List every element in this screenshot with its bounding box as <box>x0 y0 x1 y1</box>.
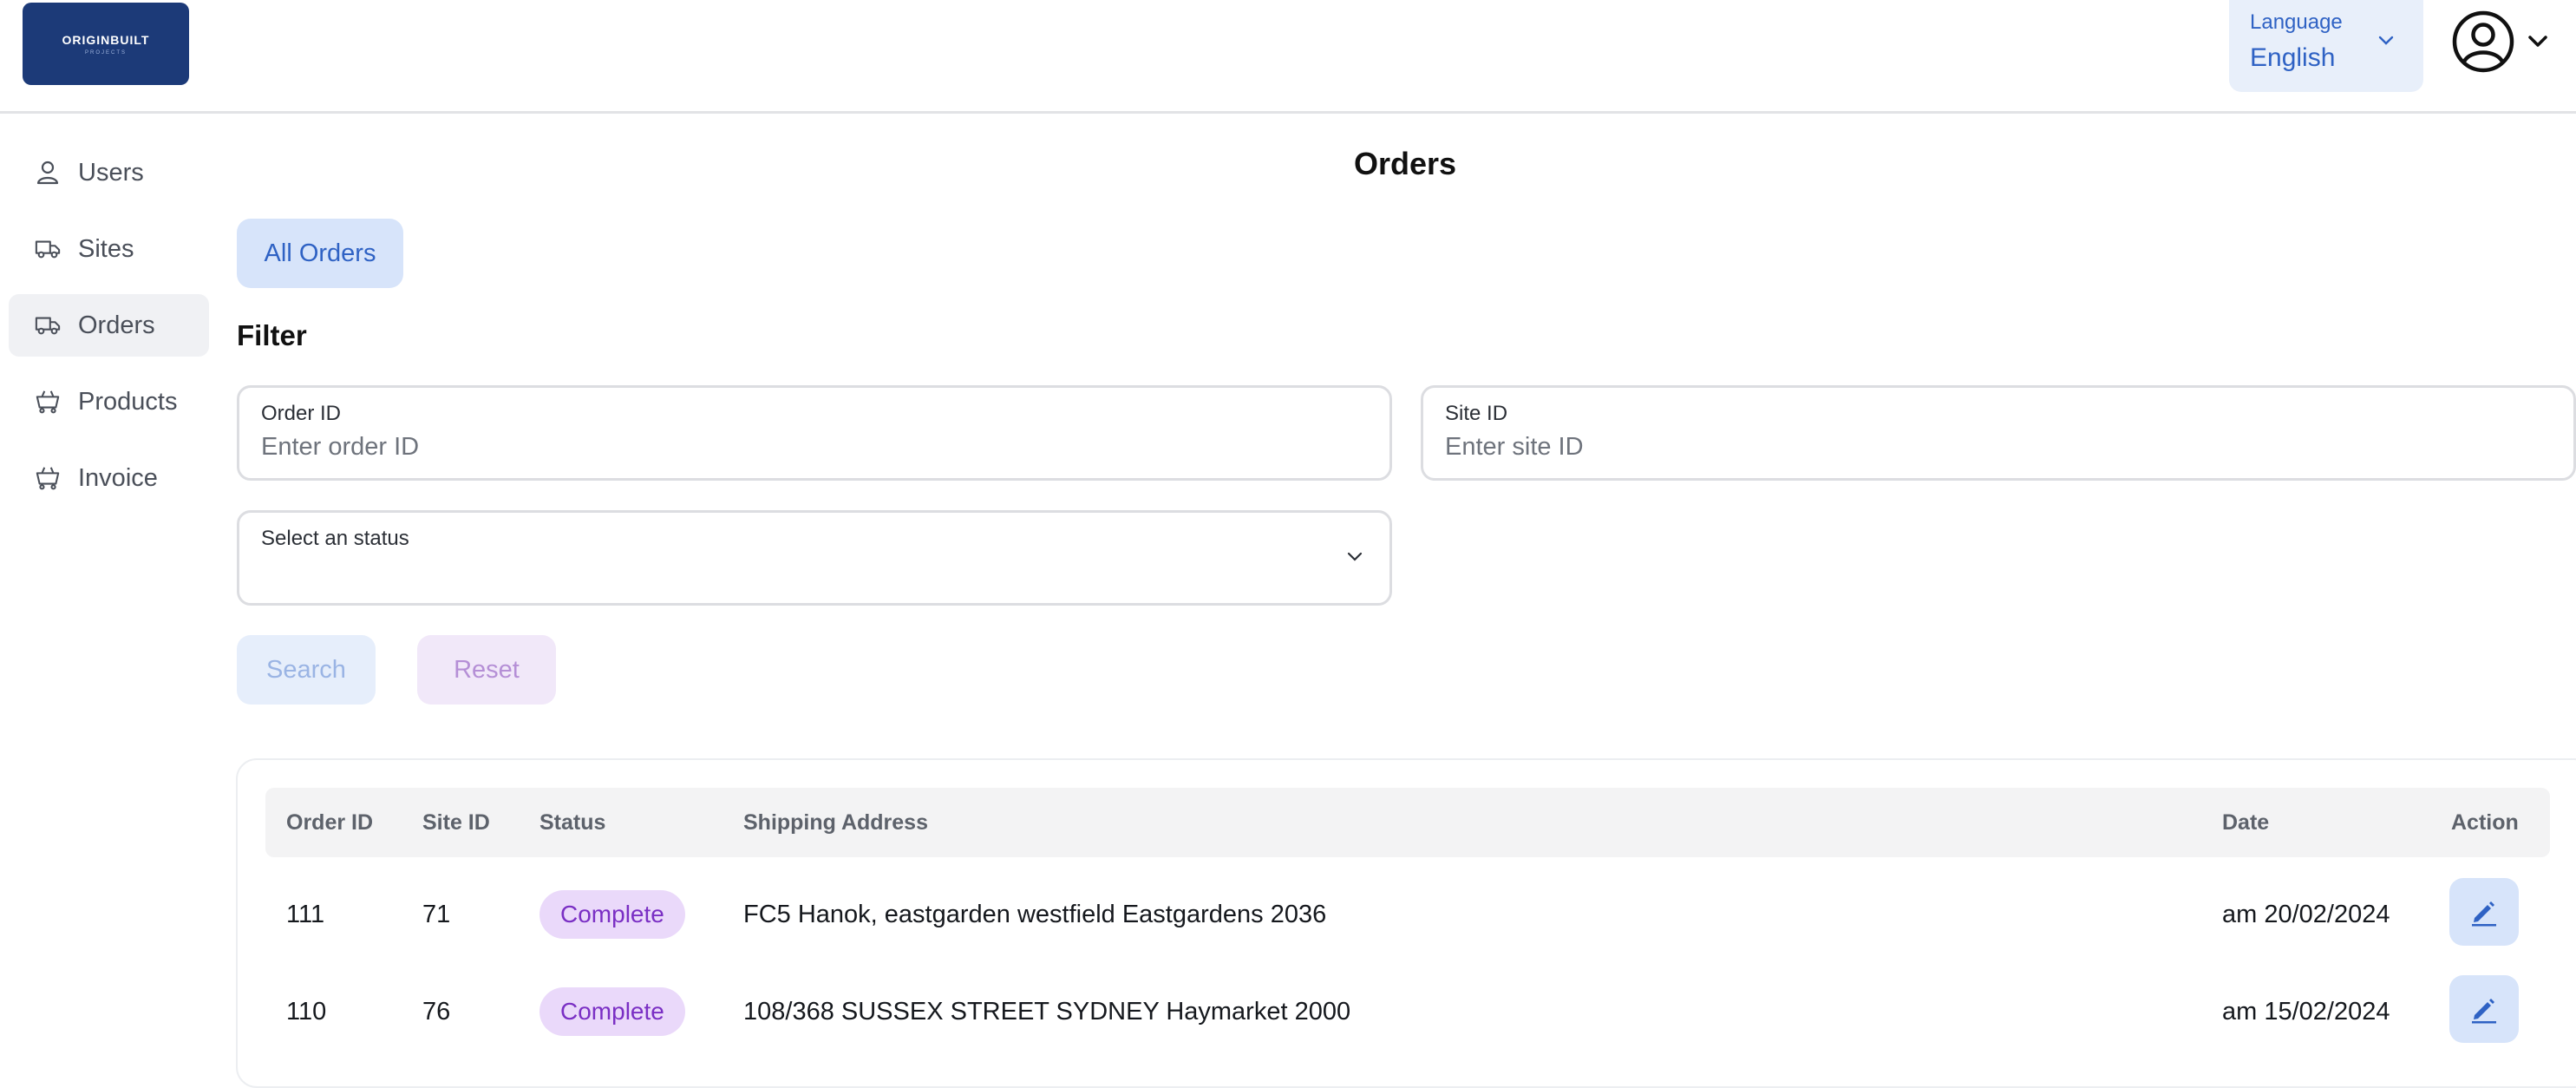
pencil-icon <box>2472 999 2496 1024</box>
brand-logo[interactable]: ORIGINBUILT PROJECTS <box>23 3 189 85</box>
page-title: Orders <box>1353 146 1457 181</box>
edit-order-button[interactable] <box>2449 878 2519 946</box>
cell-order-id: 111 <box>286 901 325 928</box>
column-header-status: Status <box>539 810 606 835</box>
logo-subtext: PROJECTS <box>84 49 127 56</box>
order-id-label: Order ID <box>261 402 342 425</box>
tab-all-orders[interactable]: All Orders <box>237 219 403 288</box>
sidebar-item-label: Invoice <box>78 463 158 492</box>
status-badge: Complete <box>539 987 685 1036</box>
pencil-icon <box>2472 901 2496 927</box>
sidebar-item-users[interactable]: Users <box>9 141 209 204</box>
order-id-field[interactable]: Order ID <box>237 385 1392 481</box>
status-select[interactable]: Select an status <box>237 510 1392 606</box>
site-id-label: Site ID <box>1445 402 1508 425</box>
cell-shipping-address: FC5 Hanok, eastgarden westfield Eastgard… <box>743 901 1327 928</box>
orders-table: Order ID Site ID Status Shipping Address… <box>236 758 2576 1088</box>
truck-icon <box>35 236 61 262</box>
status-badge: Complete <box>539 890 685 939</box>
cell-date: am 15/02/2024 <box>2222 998 2390 1026</box>
chevron-down-icon <box>1346 551 1363 567</box>
cell-date: am 20/02/2024 <box>2222 901 2390 928</box>
column-header-shipping-address: Shipping Address <box>743 810 928 835</box>
order-id-input[interactable] <box>261 433 1313 462</box>
sidebar-item-invoice[interactable]: Invoice <box>9 447 209 509</box>
language-select[interactable]: Language English <box>2229 0 2423 92</box>
status-select-label: Select an status <box>261 527 409 550</box>
sidebar-nav: Users Sites Orders Products Invoice <box>0 115 217 1057</box>
sidebar-item-label: Sites <box>78 234 134 263</box>
sidebar-item-label: Orders <box>78 311 155 339</box>
table-row: 111 71 Complete FC5 Hanok, eastgarden we… <box>265 866 2550 963</box>
site-id-input[interactable] <box>1445 433 2497 462</box>
column-header-action: Action <box>2451 810 2519 835</box>
filter-heading: Filter <box>237 319 307 351</box>
site-id-field[interactable]: Site ID <box>1421 385 2576 481</box>
account-menu[interactable] <box>2451 9 2559 78</box>
cell-site-id: 71 <box>422 901 451 928</box>
top-header: ORIGINBUILT PROJECTS Language English <box>0 0 2576 114</box>
cell-order-id: 110 <box>286 998 327 1026</box>
edit-order-button[interactable] <box>2449 975 2519 1043</box>
table-header: Order ID Site ID Status Shipping Address… <box>265 788 2550 857</box>
logo-text: ORIGINBUILT <box>62 32 150 47</box>
column-header-site-id: Site ID <box>422 810 490 835</box>
user-avatar-icon <box>2451 10 2515 78</box>
chevron-down-icon <box>2378 35 2394 50</box>
reset-button[interactable]: Reset <box>417 635 556 705</box>
cart-icon <box>35 465 61 491</box>
table-row: 110 76 Complete 108/368 SUSSEX STREET SY… <box>265 963 2550 1060</box>
sidebar-item-label: Products <box>78 387 178 416</box>
cell-site-id: 76 <box>422 998 451 1026</box>
sidebar-item-label: Users <box>78 158 144 187</box>
truck-icon <box>35 312 61 338</box>
cell-shipping-address: 108/368 SUSSEX STREET SYDNEY Haymarket 2… <box>743 998 1351 1026</box>
chevron-down-icon <box>2527 35 2548 53</box>
sidebar-item-products[interactable]: Products <box>9 370 209 433</box>
search-button[interactable]: Search <box>237 635 376 705</box>
language-label: Language <box>2250 10 2343 34</box>
sidebar-item-orders[interactable]: Orders <box>9 294 209 357</box>
sidebar-item-sites[interactable]: Sites <box>9 218 209 280</box>
column-header-order-id: Order ID <box>286 810 374 835</box>
cart-icon <box>35 389 61 415</box>
column-header-date: Date <box>2222 810 2270 835</box>
user-icon <box>35 160 61 186</box>
